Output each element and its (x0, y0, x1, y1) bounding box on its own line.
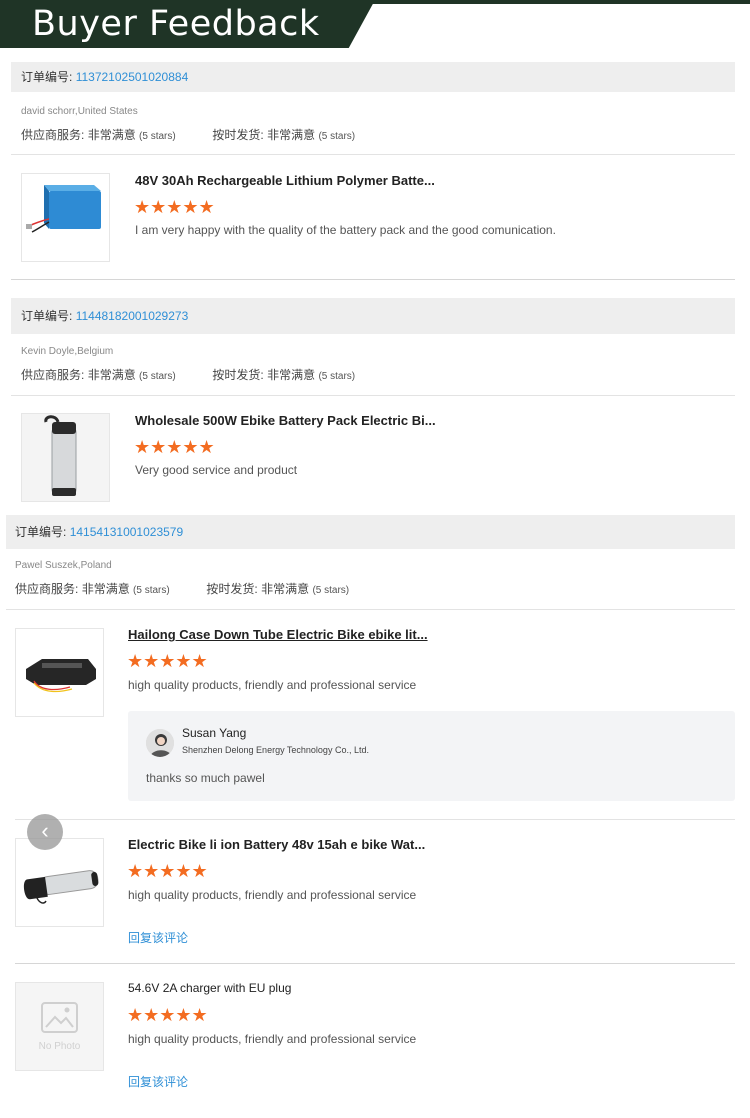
buyer-name: david schorr,United States (21, 106, 138, 117)
on-time-label: 按时发货: (206, 582, 258, 596)
review-text: Very good service and product (135, 463, 298, 477)
product-title[interactable]: 54.6V 2A charger with EU plug (128, 981, 291, 995)
header-banner: Buyer Feedback (0, 0, 750, 50)
bottle-battery-image (23, 870, 99, 904)
on-time-value: 非常满意 (267, 128, 316, 142)
order-header: 订单编号: 11448182001029273 (11, 298, 735, 334)
product-title[interactable]: Wholesale 500W Ebike Battery Pack Electr… (135, 413, 436, 428)
order-number[interactable]: 11372102501020884 (76, 70, 189, 84)
supplier-message: thanks so much pawel (146, 771, 265, 785)
product-title[interactable]: 48V 30Ah Rechargeable Lithium Polymer Ba… (135, 173, 435, 188)
carousel-prev-button[interactable]: ‹ (27, 814, 63, 850)
no-photo-label: No Photo (38, 1041, 81, 1052)
supplier-service-value: 非常满意 (87, 368, 136, 382)
star-rating: ★★★★★ (127, 861, 208, 881)
star-rating: ★★★★★ (134, 197, 215, 217)
product-title[interactable]: Hailong Case Down Tube Electric Bike ebi… (128, 627, 428, 642)
product-thumbnail[interactable]: No Photo (15, 982, 104, 1071)
page-title: Buyer Feedback (32, 4, 320, 44)
chevron-left-icon: ‹ (41, 818, 49, 843)
star-rating: ★★★★★ (127, 1005, 208, 1025)
order-number[interactable]: 11448182001029273 (76, 309, 189, 323)
divider (11, 154, 735, 155)
order-header: 订单编号: 11372102501020884 (11, 62, 735, 92)
product-thumbnail[interactable] (15, 838, 104, 927)
star-rating: ★★★★★ (134, 437, 215, 457)
on-time-stars: (5 stars) (318, 371, 356, 382)
divider (15, 819, 735, 820)
reply-comment-link[interactable]: 回复该评论 (128, 1073, 188, 1090)
tube-battery-image (22, 414, 109, 501)
product-thumbnail[interactable] (21, 413, 110, 502)
service-ratings: 供应商服务: 非常满意 (5 stars) 按时发货: 非常满意 (5 star… (21, 126, 355, 143)
supplier-service-stars: (5 stars) (139, 371, 176, 382)
divider (15, 963, 735, 964)
on-time-stars: (5 stars) (318, 131, 356, 142)
supplier-service-label: 供应商服务: (15, 582, 79, 596)
review-text: high quality products, friendly and prof… (128, 678, 417, 692)
buyer-name: Kevin Doyle,Belgium (21, 346, 114, 357)
reply-comment-link[interactable]: 回复该评论 (128, 929, 188, 946)
supplier-service-stars: (5 stars) (133, 585, 170, 596)
order-number[interactable]: 14154131001023579 (70, 525, 183, 539)
divider (6, 609, 735, 610)
on-time-value: 非常满意 (261, 582, 310, 596)
supplier-service-label: 供应商服务: (21, 128, 85, 142)
supplier-service-label: 供应商服务: (21, 368, 85, 382)
review-text: high quality products, friendly and prof… (128, 1032, 417, 1046)
supplier-reply (128, 711, 735, 801)
order-number-label: 订单编号: (21, 70, 73, 84)
on-time-label: 按时发货: (212, 128, 264, 142)
product-title[interactable]: Electric Bike li ion Battery 48v 15ah e … (128, 837, 425, 852)
on-time-value: 非常满意 (267, 368, 316, 382)
service-ratings: 供应商服务: 非常满意 (5 stars) 按时发货: 非常满意 (5 star… (15, 580, 349, 597)
buyer-name: Pawel Suszek,Poland (15, 560, 112, 571)
no-photo-icon (41, 1002, 78, 1033)
on-time-stars: (5 stars) (312, 585, 350, 596)
divider (11, 279, 735, 280)
supplier-service-value: 非常满意 (81, 582, 130, 596)
supplier-service-stars: (5 stars) (139, 131, 176, 142)
divider (11, 395, 735, 396)
supplier-avatar (146, 729, 174, 757)
user-avatar-icon (146, 729, 174, 757)
order-number-label: 订单编号: (21, 309, 73, 323)
battery-pack-image (26, 185, 101, 233)
order-number-label: 订单编号: (15, 525, 67, 539)
supplier-service-value: 非常满意 (87, 128, 136, 142)
review-text: I am very happy with the quality of the … (135, 223, 556, 237)
supplier-company: Shenzhen Delong Energy Technology Co., L… (182, 745, 369, 755)
order-header: 订单编号: 14154131001023579 (6, 515, 735, 549)
product-thumbnail[interactable] (15, 628, 104, 717)
service-ratings: 供应商服务: 非常满意 (5 stars) 按时发货: 非常满意 (5 star… (21, 366, 355, 383)
on-time-label: 按时发货: (212, 368, 264, 382)
review-text: high quality products, friendly and prof… (128, 888, 417, 902)
supplier-name: Susan Yang (182, 726, 247, 740)
hailong-battery-image (26, 659, 96, 693)
star-rating: ★★★★★ (127, 651, 208, 671)
product-thumbnail[interactable] (21, 173, 110, 262)
